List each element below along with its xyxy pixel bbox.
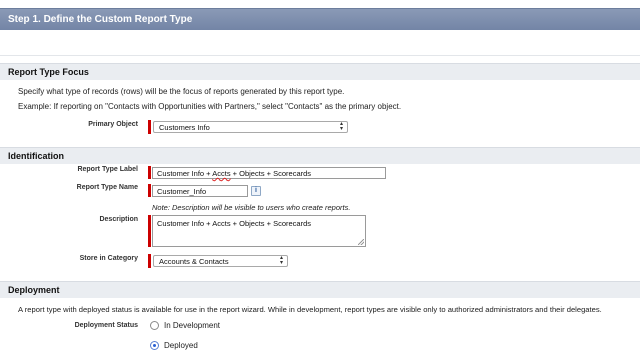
primary-object-select[interactable]: Customers Info ▴ ▾ bbox=[153, 121, 348, 133]
radio-deployed[interactable]: Deployed bbox=[150, 341, 198, 350]
report-type-label-text-a: Customer Info + bbox=[157, 169, 213, 178]
select-arrows-icon: ▴ ▾ bbox=[339, 121, 343, 132]
description-label: Description bbox=[99, 216, 138, 223]
report-type-name-input[interactable]: Customer_Info bbox=[152, 185, 248, 197]
resize-grip-icon[interactable] bbox=[358, 239, 364, 245]
info-icon[interactable]: i bbox=[251, 186, 261, 196]
description-value: Customer Info + Accts + Objects + Scorec… bbox=[157, 219, 312, 228]
section-deployment: Deployment bbox=[0, 281, 640, 298]
required-indicator bbox=[148, 215, 151, 247]
radio-in-development-label: In Development bbox=[164, 321, 221, 330]
primary-object-label: Primary Object bbox=[88, 121, 138, 128]
description-textarea[interactable]: Customer Info + Accts + Objects + Scorec… bbox=[152, 215, 366, 247]
report-type-name-label: Report Type Name bbox=[76, 184, 138, 191]
report-type-label-input[interactable]: Customer Info + Accts + Objects + Scorec… bbox=[152, 167, 386, 179]
section-report-type-focus: Report Type Focus bbox=[0, 63, 640, 80]
radio-deployed-button[interactable] bbox=[150, 341, 159, 350]
header-spacer bbox=[0, 30, 640, 56]
deployment-description: A report type with deployed status is av… bbox=[18, 305, 602, 314]
category-value: Accounts & Contacts bbox=[159, 257, 229, 266]
report-type-label-text-b: Accts bbox=[212, 169, 231, 178]
radio-deployed-label: Deployed bbox=[164, 341, 198, 350]
primary-object-value: Customers Info bbox=[159, 123, 210, 132]
category-label: Store in Category bbox=[79, 255, 138, 262]
radio-in-development-button[interactable] bbox=[150, 321, 159, 330]
report-type-label-label: Report Type Label bbox=[77, 166, 138, 173]
category-select[interactable]: Accounts & Contacts ▴ ▾ bbox=[153, 255, 288, 267]
required-indicator bbox=[148, 184, 151, 197]
focus-example: Example: If reporting on "Contacts with … bbox=[18, 102, 402, 111]
report-type-name-value: Customer_Info bbox=[157, 187, 207, 196]
focus-description: Specify what type of records (rows) will… bbox=[18, 87, 345, 96]
required-indicator bbox=[148, 120, 151, 134]
deployment-status-label: Deployment Status bbox=[74, 322, 138, 329]
report-type-label-text-c: + Objects + Scorecards bbox=[230, 169, 312, 178]
section-identification: Identification bbox=[0, 147, 640, 164]
required-indicator bbox=[148, 254, 151, 268]
description-note: Note: Description will be visible to use… bbox=[152, 203, 351, 212]
radio-in-development[interactable]: In Development bbox=[150, 321, 220, 330]
required-indicator bbox=[148, 166, 151, 179]
select-arrows-icon: ▴ ▾ bbox=[279, 255, 283, 266]
page-title: Step 1. Define the Custom Report Type bbox=[0, 8, 640, 30]
